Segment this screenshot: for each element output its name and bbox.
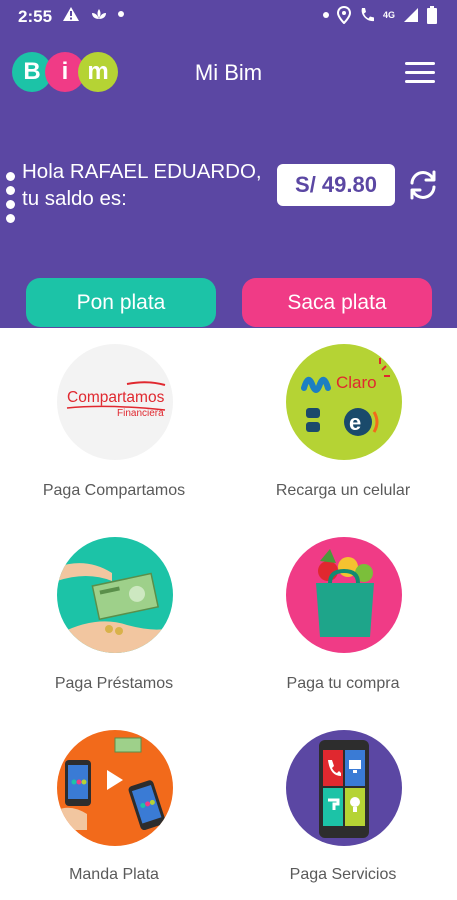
lotus-icon <box>92 9 106 19</box>
network-type-label: 4G <box>382 10 395 20</box>
hands-money-icon <box>57 537 173 653</box>
service-label: Paga tu compra <box>286 675 400 692</box>
shopping-bag-art <box>316 549 374 637</box>
side-dots <box>6 172 18 228</box>
svg-text:Claro: Claro <box>336 373 377 392</box>
phone-services-art <box>319 740 369 838</box>
compartamos-logo-icon: Compartamos Financiera <box>57 344 173 460</box>
wifi-call-icon <box>361 8 374 22</box>
phone-transfer-art <box>57 737 166 831</box>
status-left-icons <box>62 6 124 22</box>
hamburger-menu-icon[interactable] <box>405 62 435 84</box>
phone-services-icon <box>286 730 402 846</box>
phone-transfer-icon <box>57 730 173 846</box>
notification-dot-icon <box>118 11 124 17</box>
greeting-text: Hola RAFAEL EDUARDO, tu saldo es: <box>22 160 262 210</box>
service-paga-prestamos[interactable]: Paga Préstamos <box>0 537 228 707</box>
pon-plata-button[interactable]: Pon plata <box>26 278 216 327</box>
carrier-logos-icon: Claro e <box>286 344 402 460</box>
service-label: Paga Servicios <box>289 866 397 883</box>
status-bar: 2:55 4G <box>0 0 457 34</box>
notification-dot-icon <box>322 12 329 18</box>
svg-text:e: e <box>349 410 361 435</box>
status-right-icons: 4G <box>322 6 437 24</box>
battery-icon <box>427 6 437 24</box>
location-icon <box>336 6 351 24</box>
compartamos-logo-art: Compartamos Financiera <box>66 381 166 419</box>
service-paga-compartamos[interactable]: Compartamos Financiera Paga Compartamos <box>0 344 228 514</box>
service-label: Manda Plata <box>69 866 159 883</box>
service-manda-plata[interactable]: Manda Plata <box>0 730 228 900</box>
signal-icon <box>404 8 418 22</box>
hands-money-art <box>57 563 173 653</box>
app-bar: B i m Mi Bim <box>0 44 457 104</box>
service-recarga-celular[interactable]: Claro e Recarga un celular <box>229 344 457 514</box>
app-title: Mi Bim <box>194 60 263 85</box>
service-label: Recarga un celular <box>275 482 411 499</box>
status-time: 2:55 <box>18 7 53 26</box>
service-label: Paga Préstamos <box>54 675 174 692</box>
service-paga-servicios[interactable]: Paga Servicios <box>229 730 457 900</box>
balance-amount: S/ 49.80 <box>277 164 395 206</box>
svg-text:Compartamos: Compartamos <box>67 389 165 406</box>
carrier-logos-art: Claro e <box>301 358 390 436</box>
saca-plata-button[interactable]: Saca plata <box>242 278 432 327</box>
service-label: Paga Compartamos <box>42 482 186 499</box>
shopping-bag-icon <box>286 537 402 653</box>
service-paga-compra[interactable]: Paga tu compra <box>229 537 457 707</box>
refresh-icon[interactable] <box>406 168 440 202</box>
warning-icon <box>63 7 79 21</box>
